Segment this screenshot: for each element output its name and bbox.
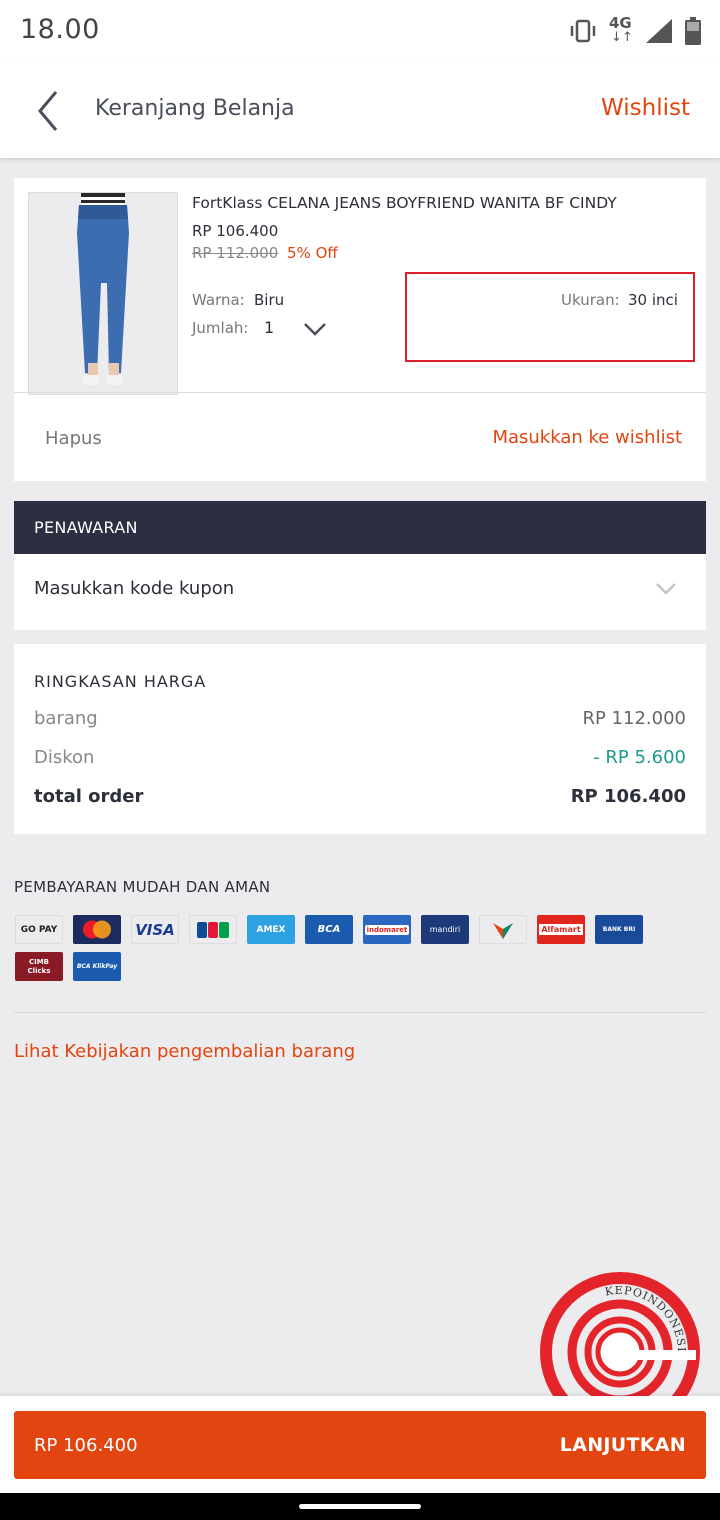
color-label: Warna: xyxy=(192,291,245,309)
jcb-logo xyxy=(189,915,237,944)
gopay-logo: GO PAY xyxy=(15,915,63,944)
page-title: Keranjang Belanja xyxy=(95,96,295,121)
system-nav-bar xyxy=(0,1493,720,1520)
mastercard-logo xyxy=(73,915,121,944)
signal-icon xyxy=(646,19,672,43)
coupon-dropdown[interactable]: Masukkan kode kupon xyxy=(14,554,706,630)
size-label: Ukuran: xyxy=(561,291,620,309)
app-bar: Keranjang Belanja Wishlist xyxy=(0,64,720,158)
checkout-total: RP 106.400 xyxy=(34,1435,138,1456)
vibrate-icon xyxy=(570,19,596,43)
back-chevron-icon[interactable] xyxy=(30,88,70,134)
alfamart-logo: Alfamart xyxy=(537,915,585,944)
visa-logo: VISA xyxy=(131,915,179,944)
price-summary-card: RINGKASAN HARGA barang RP 112.000 Diskon… xyxy=(14,644,706,834)
summary-discount-value: - RP 5.600 xyxy=(593,747,686,768)
summary-items-value: RP 112.000 xyxy=(582,708,686,729)
checkout-next-label[interactable]: LANJUTKAN xyxy=(560,1434,686,1456)
color-value: Biru xyxy=(254,291,285,309)
delete-button[interactable]: Hapus xyxy=(45,428,102,449)
quantity-label: Jumlah: xyxy=(192,319,249,337)
network-4g-icon: 4G ↓↑ xyxy=(609,14,633,45)
indomaret-logo: indomaret xyxy=(363,915,411,944)
bca-logo: BCA xyxy=(305,915,353,944)
coupon-label[interactable]: Masukkan kode kupon xyxy=(34,578,234,599)
summary-total-value: RP 106.400 xyxy=(570,786,686,807)
summary-discount-label: Diskon xyxy=(34,747,95,768)
promo-header: PENAWARAN xyxy=(14,501,706,554)
mandiri-logo: mandiri xyxy=(421,915,469,944)
return-policy-link[interactable]: Lihat Kebijakan pengembalian barang xyxy=(14,1041,355,1062)
cimb-clicks-logo: CIMB Clicks xyxy=(15,952,63,981)
cart-item-card: FortKlass CELANA JEANS BOYFRIEND WANITA … xyxy=(14,178,706,481)
size-highlight-box xyxy=(405,272,695,362)
product-old-price: RP 112.000 xyxy=(192,244,279,262)
coupon-chevron-down-icon[interactable] xyxy=(654,581,678,597)
status-time: 18.00 xyxy=(20,14,100,45)
promo-header-label: PENAWARAN xyxy=(34,518,138,537)
bni-logo xyxy=(479,915,527,944)
checkout-button[interactable]: RP 106.400 LANJUTKAN xyxy=(14,1411,706,1479)
home-gesture-pill[interactable] xyxy=(299,1504,421,1509)
amex-logo: AMEX xyxy=(247,915,295,944)
status-bar: 18.00 4G ↓↑ xyxy=(0,0,720,64)
bca-klikpay-logo: BCA KlikPay xyxy=(73,952,121,981)
move-to-wishlist-button[interactable]: Masukkan ke wishlist xyxy=(492,427,682,448)
quantity-value[interactable]: 1 xyxy=(264,318,274,337)
battery-icon xyxy=(685,17,701,45)
section-divider xyxy=(14,1012,706,1013)
payment-title: PEMBAYARAN MUDAH DAN AMAN xyxy=(14,878,271,896)
product-image[interactable] xyxy=(28,192,178,395)
card-divider xyxy=(14,392,706,393)
wishlist-link[interactable]: Wishlist xyxy=(601,95,690,121)
product-price: RP 106.400 xyxy=(192,222,279,240)
product-discount: 5% Off xyxy=(287,244,338,262)
summary-total-label: total order xyxy=(34,786,144,807)
quantity-chevron-down-icon[interactable] xyxy=(302,320,328,338)
bri-logo: BANK BRI xyxy=(595,915,643,944)
size-value: 30 inci xyxy=(628,291,678,309)
summary-items-label: barang xyxy=(34,708,98,729)
summary-title: RINGKASAN HARGA xyxy=(34,672,207,691)
product-name[interactable]: FortKlass CELANA JEANS BOYFRIEND WANITA … xyxy=(192,194,617,212)
